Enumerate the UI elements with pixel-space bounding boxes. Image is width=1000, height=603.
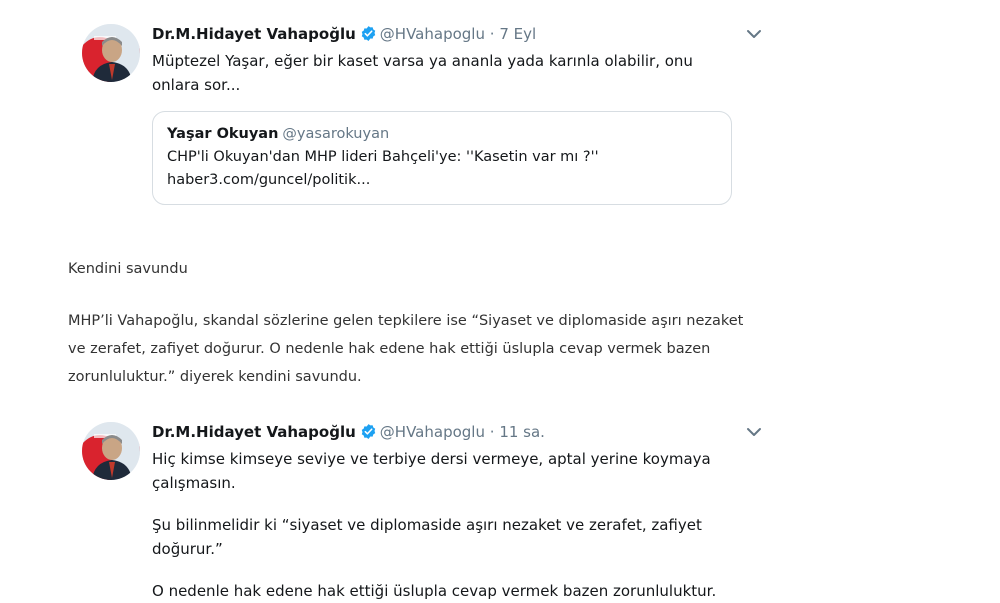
- chevron-down-icon[interactable]: [746, 26, 762, 42]
- tweet-time[interactable]: 11 sa.: [499, 423, 545, 441]
- tweet-text-line-3: O nedenle hak edene hak ettiği üslupla c…: [152, 582, 717, 600]
- separator-dot: ·: [489, 25, 495, 43]
- quoted-tweet[interactable]: Yaşar Okuyan @yasarokuyan CHP'li Okuyan'd…: [152, 111, 732, 205]
- author-name[interactable]: Dr.M.Hidayet Vahapoğlu: [152, 25, 356, 43]
- separator-dot: ·: [489, 423, 495, 441]
- tweet-time[interactable]: 7 Eyl: [499, 25, 536, 43]
- tweet-text-line-2: Şu bilinmelidir ki “siyaset ve diplomasi…: [152, 516, 702, 558]
- author-handle[interactable]: @HVahapoglu: [380, 25, 485, 43]
- quoted-link[interactable]: haber3.com/guncel/politik...: [167, 169, 717, 192]
- tweet-text-line-1: Hiç kimse kimseye seviye ve terbiye ders…: [152, 450, 711, 492]
- tweet-text: Müptezel Yaşar, eğer bir kaset varsa ya …: [152, 52, 693, 94]
- article-paragraph: MHP’li Vahapoğlu, skandal sözlerine gele…: [68, 313, 744, 385]
- avatar[interactable]: [82, 24, 140, 82]
- verified-badge-icon: [360, 25, 377, 42]
- chevron-down-icon[interactable]: [746, 424, 762, 440]
- tweet-2[interactable]: Dr.M.Hidayet Vahapoğlu @HVahapoglu · 11 s…: [82, 422, 772, 600]
- tweet-1[interactable]: Dr.M.Hidayet Vahapoğlu @HVahapoglu · 7 Ey…: [82, 24, 772, 214]
- author-name[interactable]: Dr.M.Hidayet Vahapoğlu: [152, 423, 356, 441]
- quoted-author-name: Yaşar Okuyan: [167, 126, 279, 142]
- article-heading: Kendini savundu: [68, 261, 188, 277]
- author-handle[interactable]: @HVahapoglu: [380, 423, 485, 441]
- verified-badge-icon: [360, 423, 377, 440]
- quoted-author-handle: @yasarokuyan: [282, 126, 390, 142]
- quoted-text: CHP'li Okuyan'dan MHP lideri Bahçeli'ye:…: [167, 149, 599, 165]
- avatar[interactable]: [82, 422, 140, 480]
